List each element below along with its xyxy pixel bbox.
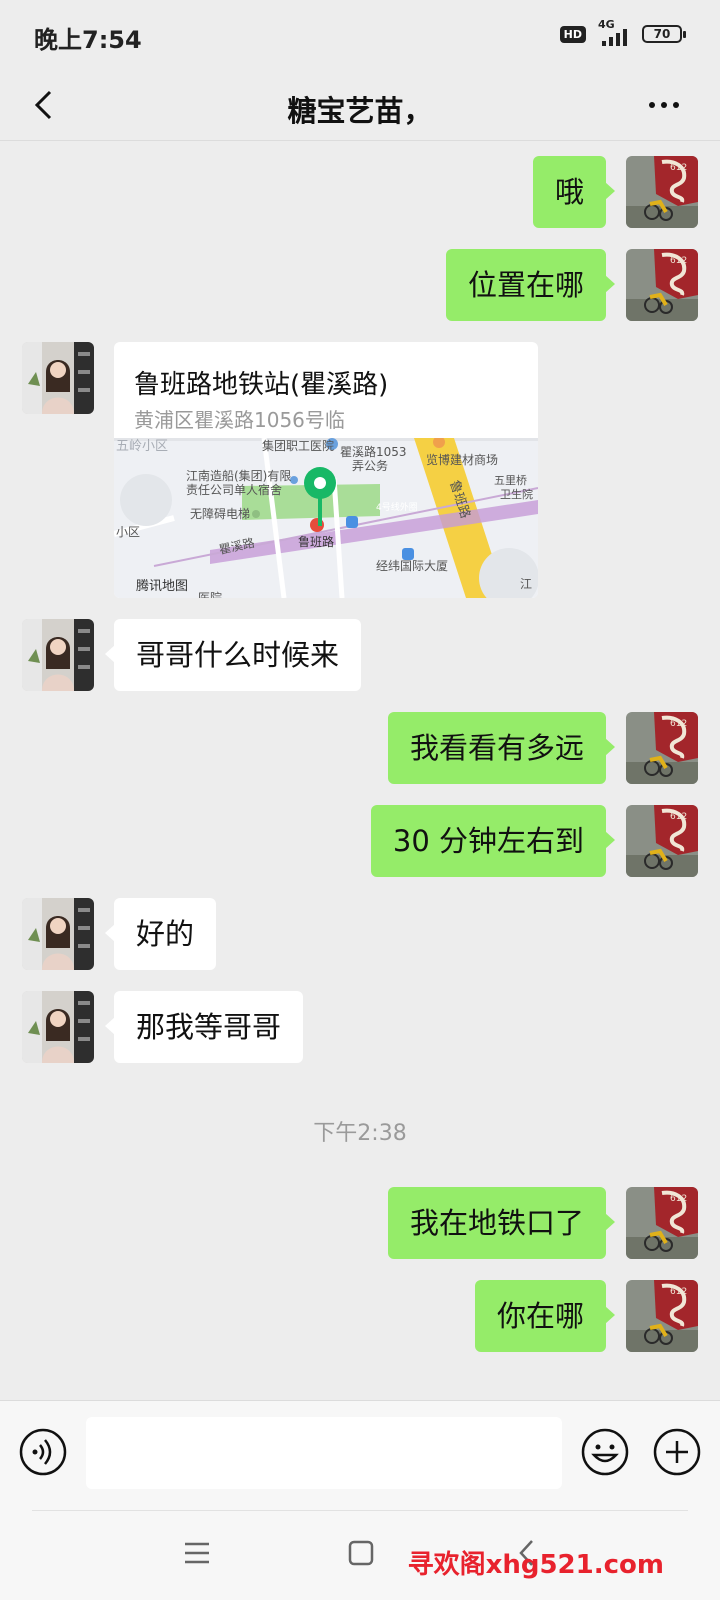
contact-avatar[interactable] bbox=[22, 991, 94, 1063]
message-input[interactable] bbox=[86, 1417, 562, 1489]
my-avatar[interactable] bbox=[626, 805, 698, 877]
map-label: 责任公司单人宿舍 bbox=[186, 482, 282, 497]
contact-avatar[interactable] bbox=[22, 898, 94, 970]
signal-icon: 4G bbox=[594, 18, 634, 46]
my-avatar[interactable] bbox=[626, 712, 698, 784]
plus-icon[interactable] bbox=[652, 1427, 702, 1477]
message-bubble-received[interactable]: 那我等哥哥 bbox=[104, 991, 304, 1063]
message-bubble-sent[interactable]: 位置在哪 bbox=[445, 249, 616, 321]
map-label: 集团职工医院 bbox=[262, 438, 334, 453]
contact-avatar[interactable] bbox=[22, 342, 94, 414]
chat-title: 糖宝艺苗， bbox=[287, 94, 433, 128]
map-label: 医院 bbox=[198, 591, 222, 598]
divider bbox=[32, 1510, 688, 1511]
message-timestamp: 下午2:38 bbox=[313, 1121, 407, 1146]
map-label: 小区 bbox=[116, 525, 140, 539]
watermark: 寻欢阁xhg521.com bbox=[407, 1550, 664, 1580]
status-bar: 晚上7:54 HD 4G 70 bbox=[0, 0, 720, 70]
location-address: 黄浦区瞿溪路1056号临 bbox=[134, 408, 345, 432]
map-label: 瞿溪路1053 bbox=[340, 444, 407, 459]
map-label: 无障碍电梯 bbox=[190, 506, 250, 521]
map-label: 江南造船(集团)有限 bbox=[186, 468, 291, 483]
hd-badge: HD bbox=[559, 25, 586, 43]
map-label: 五里桥 bbox=[494, 474, 527, 487]
chat-header: 糖宝艺苗， bbox=[0, 70, 720, 141]
message-bubble-received[interactable]: 哥哥什么时候来 bbox=[104, 619, 362, 691]
status-time: 晚上7:54 bbox=[34, 26, 142, 54]
more-options-icon[interactable] bbox=[644, 92, 684, 118]
voice-icon[interactable] bbox=[18, 1427, 68, 1477]
message-bubble-sent[interactable]: 哦 bbox=[532, 156, 616, 228]
contact-avatar[interactable] bbox=[22, 619, 94, 691]
message-bubble-received[interactable]: 好的 bbox=[104, 898, 217, 970]
message-bubble-sent[interactable]: 我在地铁口了 bbox=[387, 1187, 616, 1259]
location-map[interactable]: 五岭小区 集团职工医院 瞿溪路1053 弄公务 览博建材商场 鲁班路 江南造船(… bbox=[114, 438, 538, 598]
location-name: 鲁班路地铁站(瞿溪路) bbox=[134, 370, 389, 400]
my-avatar[interactable] bbox=[626, 1280, 698, 1352]
map-label: 经纬国际大厦 bbox=[376, 559, 448, 573]
message-bubble-sent[interactable]: 30 分钟左右到 bbox=[370, 805, 616, 877]
map-label: 腾讯地图 bbox=[136, 578, 188, 594]
map-label: 览博建材商场 bbox=[426, 452, 498, 467]
message-bubble-sent[interactable]: 我看看有多远 bbox=[387, 712, 616, 784]
my-avatar[interactable] bbox=[626, 249, 698, 321]
my-avatar[interactable] bbox=[626, 156, 698, 228]
map-label: 卫生院 bbox=[500, 487, 533, 501]
message-bubble-sent[interactable]: 你在哪 bbox=[474, 1280, 616, 1352]
my-avatar[interactable] bbox=[626, 1187, 698, 1259]
emoji-icon[interactable] bbox=[580, 1427, 630, 1477]
chat-messages[interactable]: 哦 位置在哪 鲁班路地铁站(瞿溪路) 黄浦区瞿溪路1056号临 五岭小区 集团职… bbox=[0, 141, 720, 1399]
map-label: 五岭小区 bbox=[116, 439, 168, 454]
battery-icon: 70 bbox=[642, 25, 686, 43]
location-message-card[interactable]: 鲁班路地铁站(瞿溪路) 黄浦区瞿溪路1056号临 五岭小区 集团职工医院 瞿溪路… bbox=[114, 342, 538, 598]
recent-apps-icon[interactable] bbox=[182, 1540, 212, 1566]
map-label: 江 bbox=[520, 577, 532, 591]
map-label: 鲁班路 bbox=[298, 534, 334, 549]
map-label: 4号线外圈 bbox=[376, 501, 418, 513]
home-icon[interactable] bbox=[348, 1540, 374, 1566]
map-label: 弄公务 bbox=[352, 458, 388, 473]
status-indicators: HD 4G 70 bbox=[559, 18, 686, 46]
system-nav-bar: 寻欢阁xhg521.com bbox=[0, 1510, 720, 1600]
input-bar bbox=[0, 1400, 720, 1511]
